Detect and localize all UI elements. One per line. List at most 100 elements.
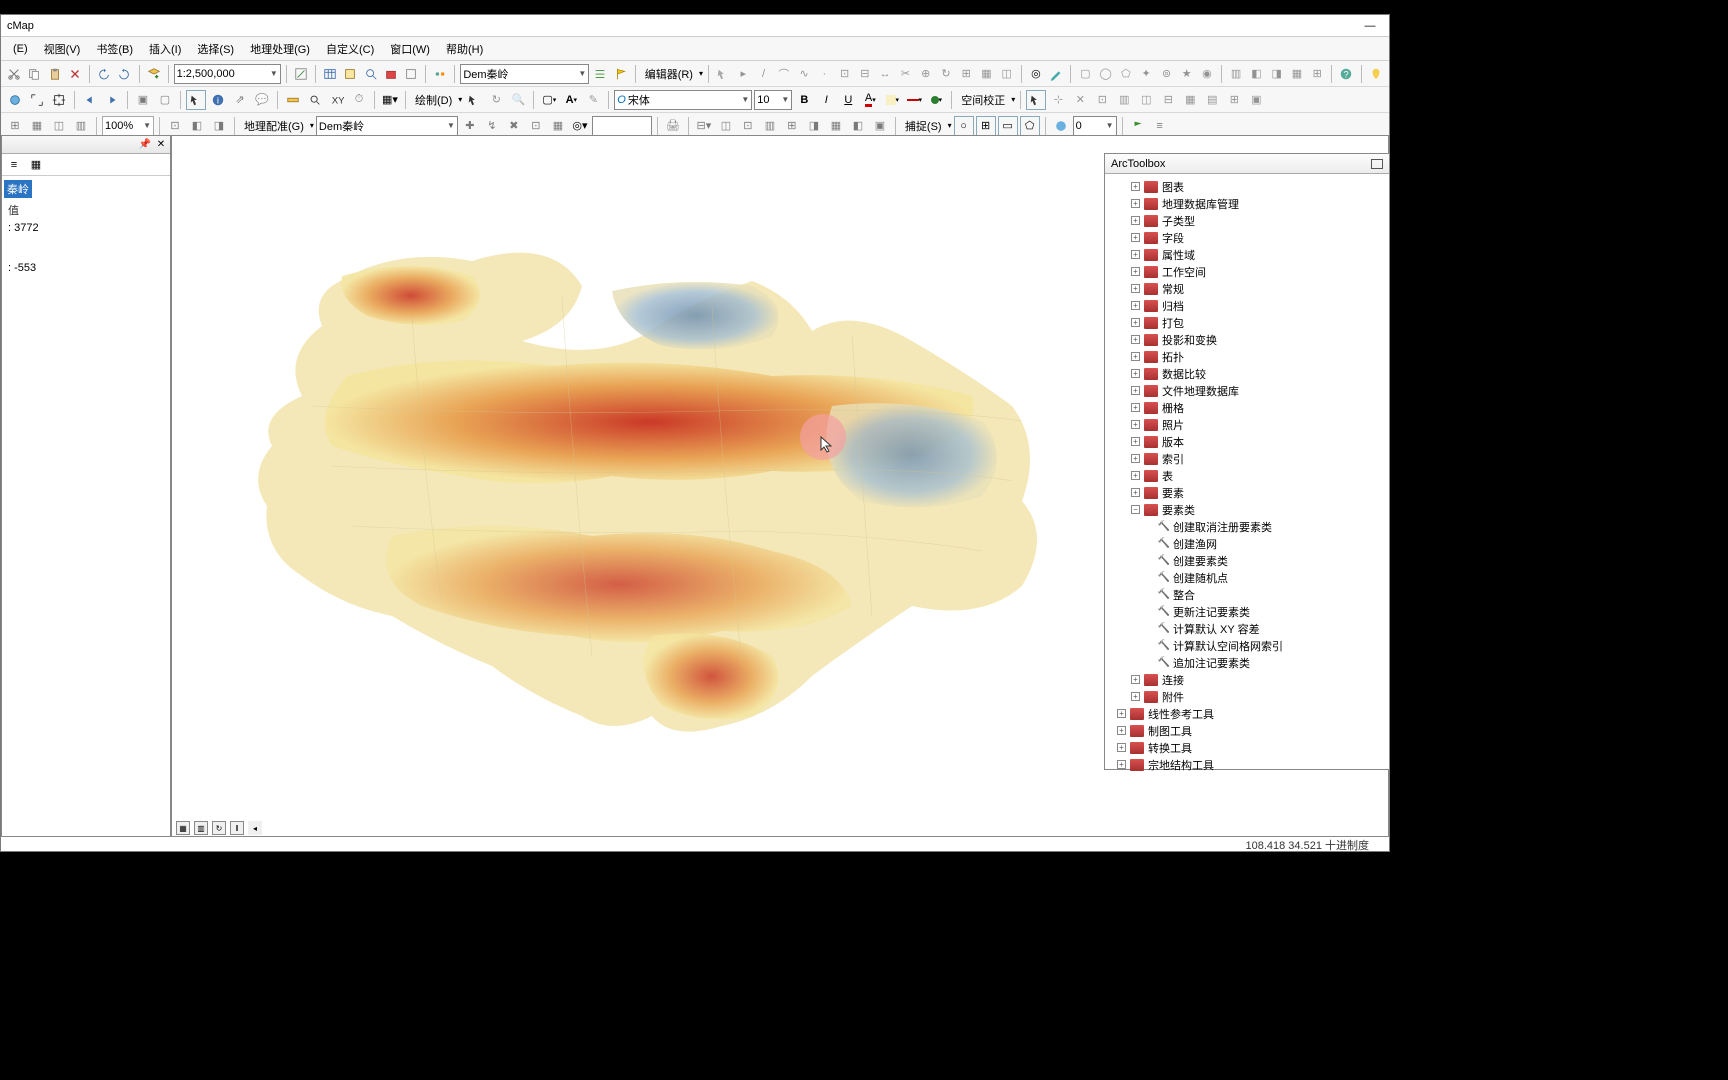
georef-label[interactable]: 地理配准(G) <box>240 118 308 134</box>
menu-window[interactable]: 窗口(W) <box>382 38 438 60</box>
q-icon[interactable] <box>1051 116 1071 136</box>
print-icon[interactable]: 🖨 <box>663 116 683 136</box>
editor-dropdown[interactable]: 编辑器(R) <box>641 66 697 82</box>
t8[interactable]: ▥ <box>1227 64 1245 84</box>
edit-text-icon[interactable]: ✎ <box>583 90 603 110</box>
fill-color-button[interactable]: ▾ <box>882 90 902 110</box>
toc-source-icon[interactable]: ▦ <box>26 155 46 175</box>
measure-icon[interactable] <box>283 90 303 110</box>
sa9[interactable]: ⊞ <box>1224 90 1244 110</box>
t3[interactable]: ⬠ <box>1117 64 1135 84</box>
rect-dropdown-icon[interactable]: ▢▾ <box>539 90 559 110</box>
t4[interactable]: ✦ <box>1137 64 1155 84</box>
edit-reshape-icon[interactable]: ↔ <box>876 64 894 84</box>
delete-button[interactable] <box>66 64 84 84</box>
et4[interactable]: ▥ <box>760 116 780 136</box>
gr-link-icon[interactable]: ▦ <box>548 116 568 136</box>
layout-view-button[interactable]: ▥ <box>194 821 208 835</box>
et8[interactable]: ◧ <box>848 116 868 136</box>
sa8[interactable]: ▤ <box>1202 90 1222 110</box>
edit-line-icon[interactable]: / <box>754 64 772 84</box>
t2[interactable]: ◯ <box>1097 64 1115 84</box>
edit-cut-icon[interactable]: ✂ <box>896 64 914 84</box>
gr2[interactable]: ◧ <box>187 116 207 136</box>
list-icon[interactable]: ≡ <box>1150 116 1170 136</box>
scale-combo[interactable]: 1:2,500,000▼ <box>174 64 281 84</box>
gr3[interactable]: ◨ <box>209 116 229 136</box>
help-icon[interactable]: ? <box>1337 64 1355 84</box>
gr-view-icon[interactable]: ◎▾ <box>570 116 590 136</box>
ef3[interactable]: ◫ <box>49 116 69 136</box>
time-slider-icon[interactable]: ⏱ <box>349 90 369 110</box>
footer-prev[interactable]: ◂ <box>248 821 262 835</box>
add-data-button[interactable] <box>144 64 162 84</box>
snap-poly-icon[interactable]: ⬠ <box>1020 116 1040 136</box>
et3[interactable]: ⊡ <box>738 116 758 136</box>
menu-view[interactable]: 视图(V) <box>36 38 89 60</box>
t1[interactable]: ▢ <box>1076 64 1094 84</box>
zoom-combo[interactable]: 100%▼ <box>102 116 154 136</box>
t6[interactable]: ★ <box>1178 64 1196 84</box>
view-options-icon[interactable]: ▦▾ <box>380 90 400 110</box>
edit-tool1[interactable]: ▸ <box>734 64 752 84</box>
edit-trace-icon[interactable]: ∿ <box>795 64 813 84</box>
clear-selection-icon[interactable]: ▢ <box>155 90 175 110</box>
t10[interactable]: ◨ <box>1268 64 1286 84</box>
catalog-icon[interactable] <box>341 64 359 84</box>
hyperlink-arrow-icon[interactable]: ⇗ <box>230 90 250 110</box>
snap-num-combo[interactable]: 0▼ <box>1073 116 1117 136</box>
edit-split-icon[interactable]: ⊟ <box>856 64 874 84</box>
snap-square-icon[interactable]: ⊞ <box>976 116 996 136</box>
menu-insert[interactable]: 插入(I) <box>141 38 189 60</box>
gr1[interactable]: ⊡ <box>165 116 185 136</box>
gr-add-cp-icon[interactable]: ✚ <box>460 116 480 136</box>
snap-rect-icon[interactable]: ▭ <box>998 116 1018 136</box>
undo-button[interactable] <box>95 64 113 84</box>
sa3[interactable]: ⊡ <box>1092 90 1112 110</box>
find-icon[interactable] <box>305 90 325 110</box>
copy-button[interactable] <box>25 64 43 84</box>
toolbox-icon[interactable] <box>382 64 400 84</box>
menu-geoprocessing[interactable]: 地理处理(G) <box>242 38 318 60</box>
editor-toolbar-icon[interactable] <box>292 64 310 84</box>
bold-button[interactable]: B <box>794 90 814 110</box>
edit-rotate-icon[interactable]: ↻ <box>937 64 955 84</box>
table-icon[interactable] <box>321 64 339 84</box>
marker-color-button[interactable]: ▾ <box>926 90 946 110</box>
edit-attr-icon[interactable]: ▦ <box>977 64 995 84</box>
search-icon[interactable] <box>361 64 379 84</box>
edit-target-icon[interactable]: ◎ <box>1027 64 1045 84</box>
prev-extent-icon[interactable] <box>80 90 100 110</box>
font-size-combo[interactable]: 10▼ <box>754 90 792 110</box>
minimize-button[interactable]: ― <box>1355 20 1385 32</box>
edit-merge-icon[interactable]: ⊕ <box>917 64 935 84</box>
python-icon[interactable] <box>402 64 420 84</box>
font-combo[interactable]: O 宋体▼ <box>614 90 752 110</box>
gr-del-icon[interactable]: ✖ <box>504 116 524 136</box>
menu-selection[interactable]: 选择(S) <box>189 38 242 60</box>
sa4[interactable]: ▥ <box>1114 90 1134 110</box>
refresh-button[interactable]: ↻ <box>212 821 226 835</box>
build-icon[interactable] <box>591 64 609 84</box>
sa5[interactable]: ◫ <box>1136 90 1156 110</box>
t9[interactable]: ◧ <box>1247 64 1265 84</box>
t5[interactable]: ⊚ <box>1157 64 1175 84</box>
menu-customize[interactable]: 自定义(C) <box>318 38 382 60</box>
font-color-button[interactable]: A▾ <box>860 90 880 110</box>
toc-list-icon[interactable]: ≡ <box>4 155 24 175</box>
select-features-icon[interactable]: ▣ <box>133 90 153 110</box>
layer-combo[interactable]: Dem秦岭▼ <box>460 64 589 84</box>
sa10[interactable]: ▣ <box>1246 90 1266 110</box>
next-extent-icon[interactable] <box>102 90 122 110</box>
et9[interactable]: ▣ <box>870 116 890 136</box>
et1[interactable]: ⊟▾ <box>694 116 714 136</box>
sa2[interactable]: ✕ <box>1070 90 1090 110</box>
ef1[interactable]: ⊞ <box>5 116 25 136</box>
select-arrow-icon[interactable] <box>186 90 206 110</box>
sa7[interactable]: ▦ <box>1180 90 1200 110</box>
gr-sel-icon[interactable]: ⊡ <box>526 116 546 136</box>
spatial-adj-label[interactable]: 空间校正 <box>957 92 1009 108</box>
paste-button[interactable] <box>46 64 64 84</box>
georef-input[interactable] <box>592 116 652 136</box>
pin-icon[interactable]: 📌 <box>138 139 152 150</box>
